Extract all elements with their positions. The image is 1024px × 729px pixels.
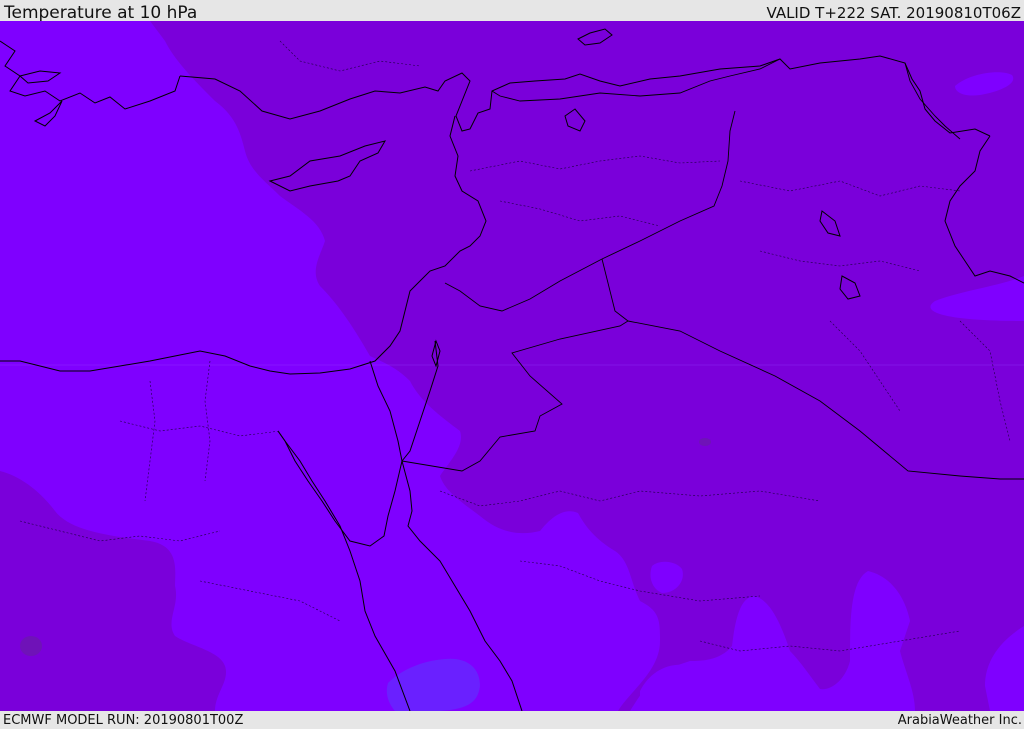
map-title: Temperature at 10 hPa [4, 3, 198, 23]
model-run: ECMWF MODEL RUN: 20190801T00Z [3, 713, 244, 728]
weather-map[interactable] [0, 21, 1024, 711]
footer-bar: ECMWF MODEL RUN: 20190801T00Z ArabiaWeat… [0, 711, 1024, 729]
warmest-spot-west [20, 636, 42, 656]
map-canvas [0, 21, 1024, 711]
credit: ArabiaWeather Inc. [897, 713, 1022, 728]
title-bar: Temperature at 10 hPa VALID T+222 SAT. 2… [0, 0, 1024, 23]
warmest-spot-center [699, 438, 711, 446]
